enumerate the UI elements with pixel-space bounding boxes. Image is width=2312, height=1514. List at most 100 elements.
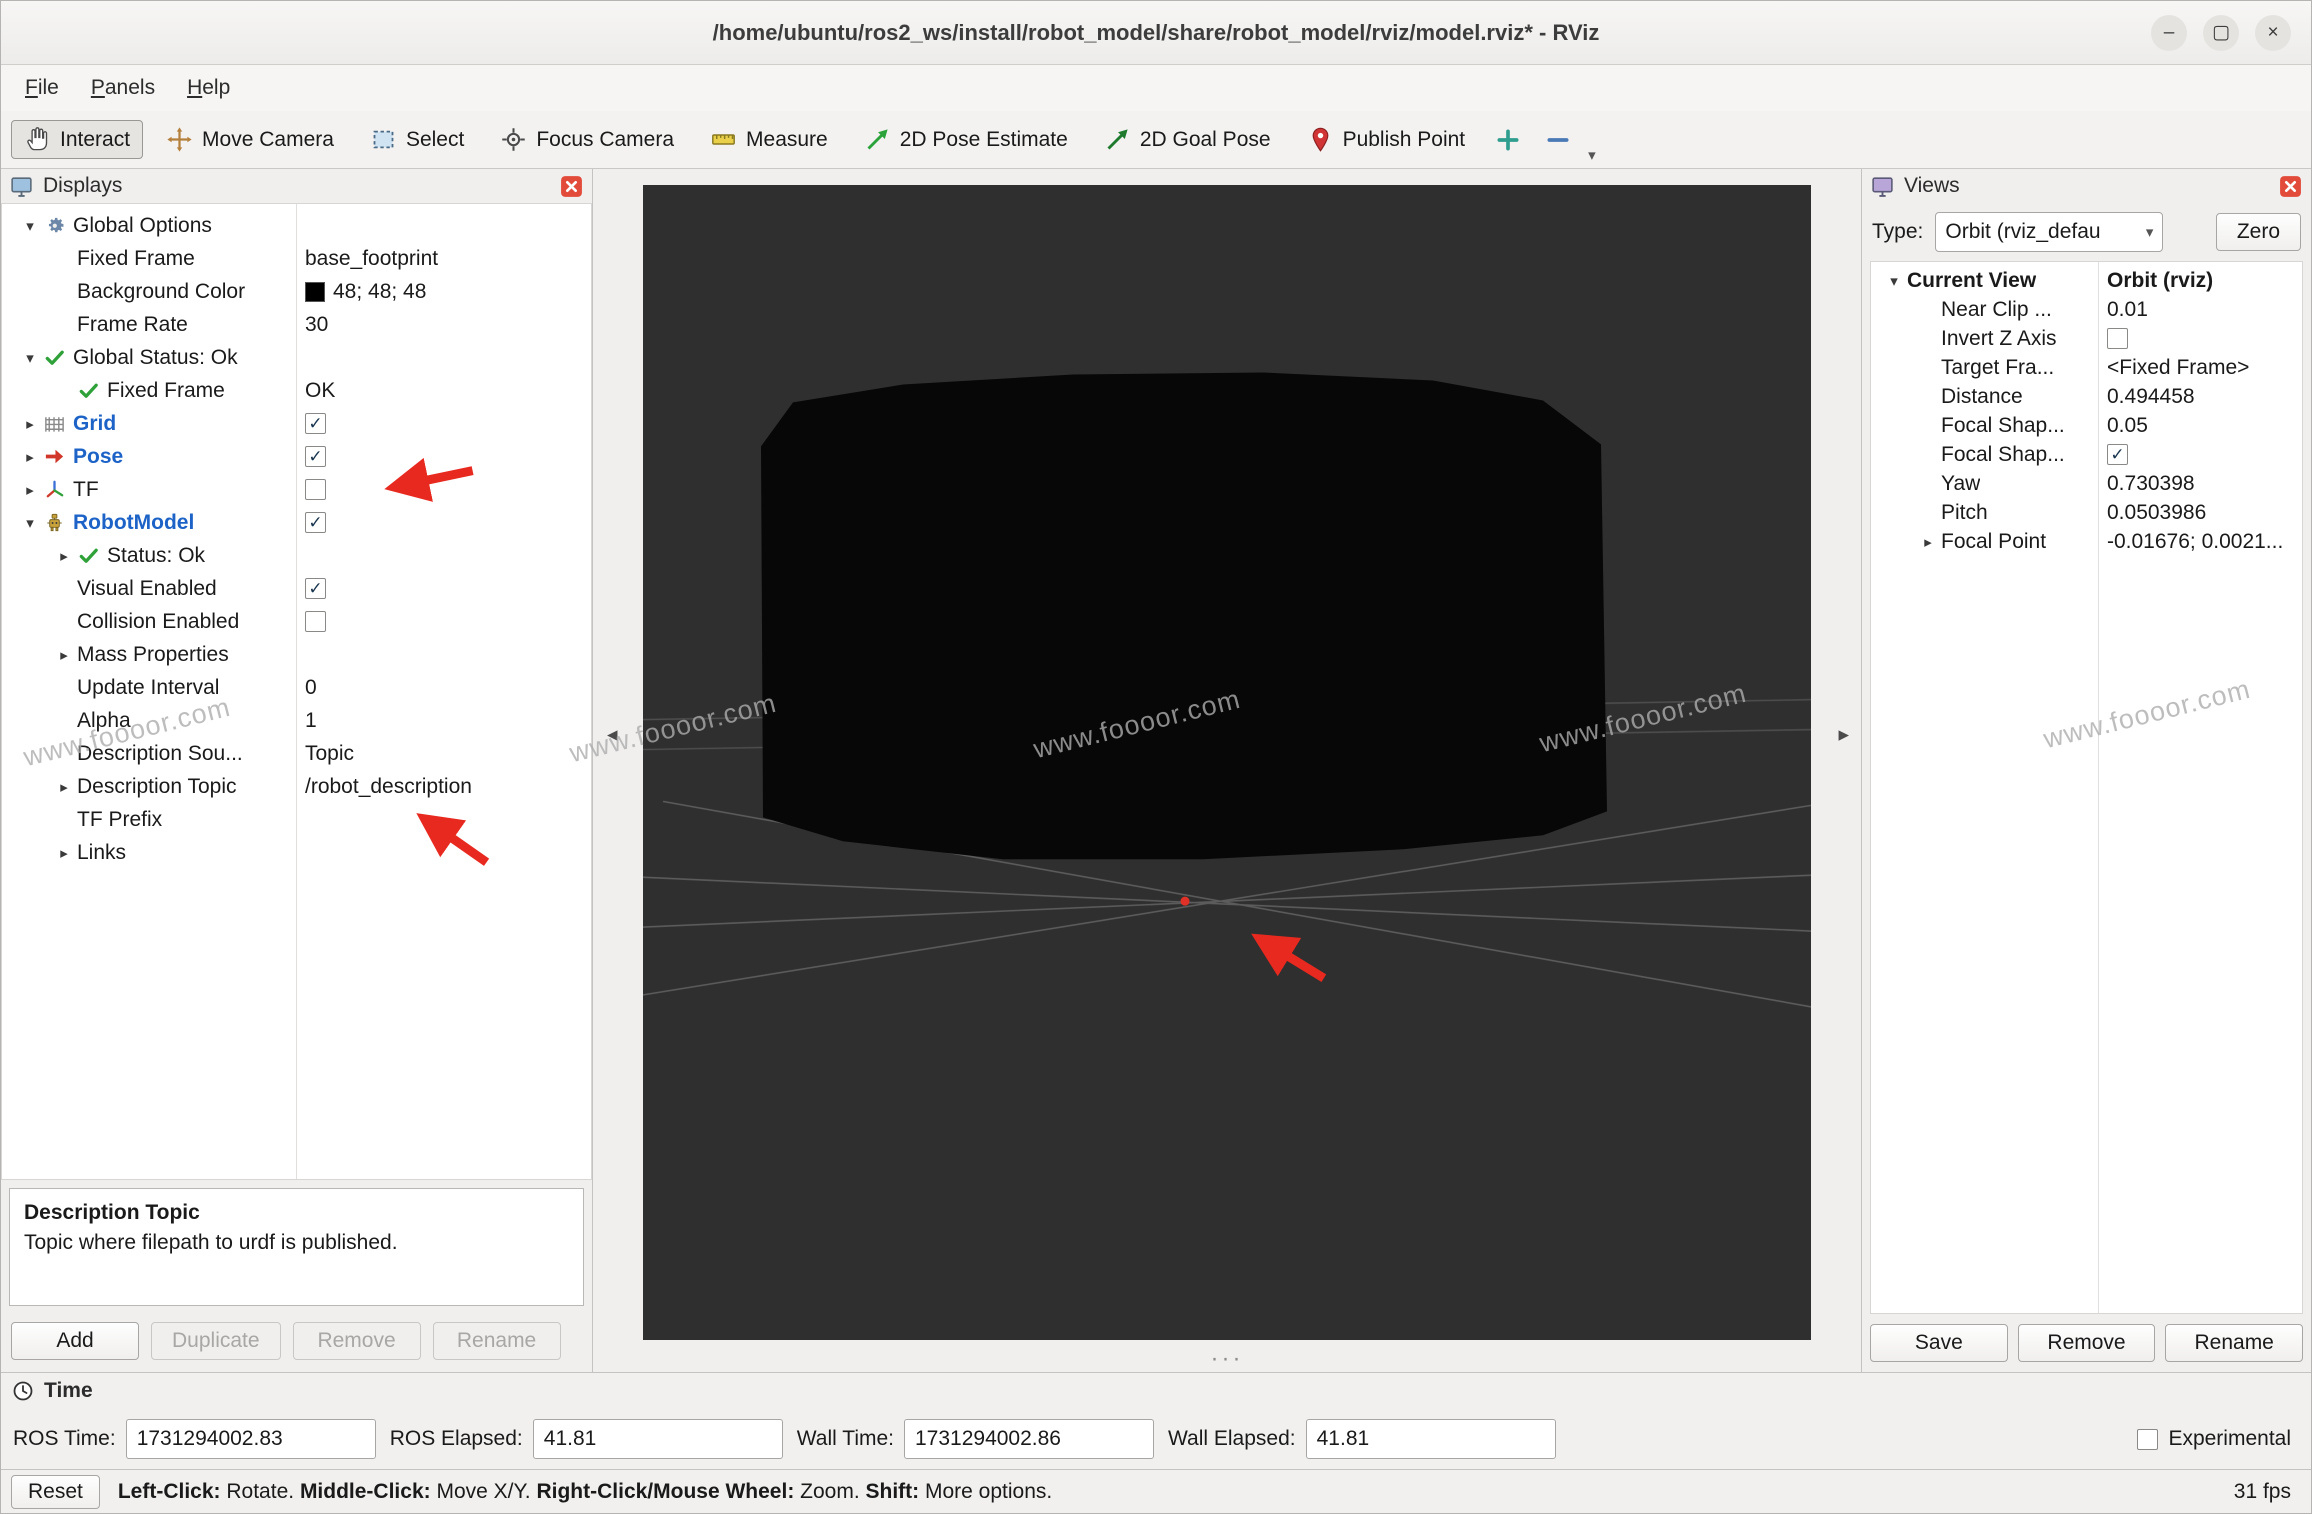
property-value[interactable]	[296, 611, 591, 632]
minimize-button[interactable]: –	[2151, 15, 2187, 51]
collapse-left-icon[interactable]: ◂	[607, 722, 618, 747]
close-button[interactable]: ×	[2255, 15, 2291, 51]
displays-close-icon[interactable]	[559, 174, 584, 199]
view-row-target-fra[interactable]: Target Fra...<Fixed Frame>	[1871, 353, 2302, 382]
tool-focus-camera[interactable]: Focus Camera	[487, 120, 687, 159]
expander-open-icon[interactable]: ▾	[17, 349, 43, 367]
displays-panel-title: Displays	[43, 174, 122, 198]
expander-closed-icon[interactable]: ▸	[17, 481, 43, 499]
expander-closed-icon[interactable]: ▸	[51, 778, 77, 796]
tool-2d-goal-pose[interactable]: 2D Goal Pose	[1091, 120, 1284, 159]
view-row-focal-shap[interactable]: Focal Shap...✓	[1871, 440, 2302, 469]
tool-interact[interactable]: Interact	[11, 120, 143, 159]
interact-icon	[24, 126, 51, 153]
checkbox[interactable]	[305, 611, 326, 632]
3d-viewport[interactable]	[643, 185, 1811, 1340]
property-value[interactable]: 0.05	[2098, 414, 2302, 438]
menu-help[interactable]: Help	[171, 70, 246, 106]
views-close-icon[interactable]	[2278, 174, 2303, 199]
tool-2d-pose-estimate[interactable]: 2D Pose Estimate	[851, 120, 1081, 159]
time-field-input[interactable]	[533, 1419, 783, 1459]
views-panel-header: Views	[1862, 169, 2311, 203]
tool-move-camera[interactable]: Move Camera	[153, 120, 347, 159]
property-value[interactable]: Orbit (rviz)	[2098, 269, 2302, 293]
expander-closed-icon[interactable]: ▸	[1915, 533, 1941, 551]
fps-counter: 31 fps	[2234, 1480, 2301, 1504]
toolbar-overflow-chevron-icon[interactable]: ▾	[1588, 146, 1596, 164]
expander-open-icon[interactable]: ▾	[1881, 272, 1907, 290]
view-row-near-clip[interactable]: Near Clip ...0.01	[1871, 295, 2302, 324]
property-value[interactable]: Topic	[296, 742, 591, 766]
expander-closed-icon[interactable]: ▸	[17, 448, 43, 466]
property-value[interactable]: <Fixed Frame>	[2098, 356, 2302, 380]
view-row-pitch[interactable]: Pitch0.0503986	[1871, 498, 2302, 527]
view-row-invert-z-axis[interactable]: Invert Z Axis	[1871, 324, 2302, 353]
menu-file[interactable]: File	[9, 70, 75, 106]
property-value[interactable]: OK	[296, 379, 591, 403]
tool-publish-point[interactable]: Publish Point	[1294, 120, 1479, 159]
reset-button[interactable]: Reset	[11, 1475, 100, 1509]
property-value[interactable]: base_footprint	[296, 247, 591, 271]
expander-closed-icon[interactable]: ▸	[17, 415, 43, 433]
property-value[interactable]: 0.494458	[2098, 385, 2302, 409]
time-field-label: Wall Time:	[797, 1427, 894, 1451]
add-tool-button[interactable]	[1488, 120, 1528, 160]
property-label: Invert Z Axis	[1941, 327, 2057, 351]
experimental-toggle: Experimental	[2137, 1427, 2299, 1451]
property-value[interactable]: -0.01676; 0.0021...	[2098, 530, 2302, 554]
checkbox[interactable]: ✓	[305, 578, 326, 599]
views-rename-button[interactable]: Rename	[2165, 1324, 2303, 1362]
property-value[interactable]: 30	[296, 313, 591, 337]
view-row-distance[interactable]: Distance0.494458	[1871, 382, 2302, 411]
view-row-current-view[interactable]: ▾Current ViewOrbit (rviz)	[1871, 266, 2302, 295]
view-row-focal-shap[interactable]: Focal Shap...0.05	[1871, 411, 2302, 440]
property-value[interactable]: 0.730398	[2098, 472, 2302, 496]
property-value[interactable]	[2098, 328, 2302, 349]
view-type-dropdown[interactable]: Orbit (rviz_defau ▾	[1935, 212, 2163, 252]
time-field-input[interactable]	[904, 1419, 1154, 1459]
expander-open-icon[interactable]: ▾	[17, 514, 43, 532]
splitter-handle[interactable]: ···	[1211, 1346, 1244, 1372]
tool-measure[interactable]: Measure	[697, 120, 841, 159]
time-field-input[interactable]	[1306, 1419, 1556, 1459]
collapse-right-icon[interactable]: ▸	[1838, 722, 1849, 747]
remove-tool-button[interactable]	[1538, 120, 1578, 160]
property-value[interactable]: 1	[296, 709, 591, 733]
checkbox[interactable]: ✓	[2107, 444, 2128, 465]
property-value[interactable]: ✓	[296, 413, 591, 434]
zero-button[interactable]: Zero	[2216, 213, 2301, 251]
experimental-checkbox[interactable]	[2137, 1429, 2158, 1450]
view-row-yaw[interactable]: Yaw0.730398	[1871, 469, 2302, 498]
property-value[interactable]: ✓	[296, 446, 591, 467]
property-value[interactable]: 0	[296, 676, 591, 700]
view-row-focal-point[interactable]: ▸Focal Point-0.01676; 0.0021...	[1871, 527, 2302, 556]
time-field-input[interactable]	[126, 1419, 376, 1459]
property-value[interactable]: ✓	[296, 578, 591, 599]
menu-panels[interactable]: Panels	[75, 70, 171, 106]
property-value[interactable]: 0.01	[2098, 298, 2302, 322]
checkbox[interactable]: ✓	[305, 446, 326, 467]
property-value[interactable]: ✓	[296, 512, 591, 533]
views-remove-button[interactable]: Remove	[2018, 1324, 2156, 1362]
property-value[interactable]: 0.0503986	[2098, 501, 2302, 525]
checkbox[interactable]: ✓	[305, 512, 326, 533]
focus-camera-icon	[500, 126, 527, 153]
property-value[interactable]	[296, 479, 591, 500]
expander-closed-icon[interactable]: ▸	[51, 844, 77, 862]
views-save-button[interactable]: Save	[1870, 1324, 2008, 1362]
checkbox[interactable]	[305, 479, 326, 500]
property-value[interactable]: /robot_description	[296, 775, 591, 799]
tool-select[interactable]: Select	[357, 120, 477, 159]
maximize-button[interactable]: ▢	[2203, 15, 2239, 51]
select-icon	[370, 126, 397, 153]
displays-add-button[interactable]: Add	[11, 1322, 139, 1360]
property-value[interactable]: 48; 48; 48	[296, 280, 591, 304]
tf-icon	[43, 478, 73, 501]
expander-open-icon[interactable]: ▾	[17, 217, 43, 235]
checkbox[interactable]	[2107, 328, 2128, 349]
checkbox[interactable]: ✓	[305, 413, 326, 434]
expander-closed-icon[interactable]: ▸	[51, 547, 77, 565]
expander-closed-icon[interactable]: ▸	[51, 646, 77, 664]
goal-pose-icon	[1104, 126, 1131, 153]
property-value[interactable]: ✓	[2098, 444, 2302, 465]
